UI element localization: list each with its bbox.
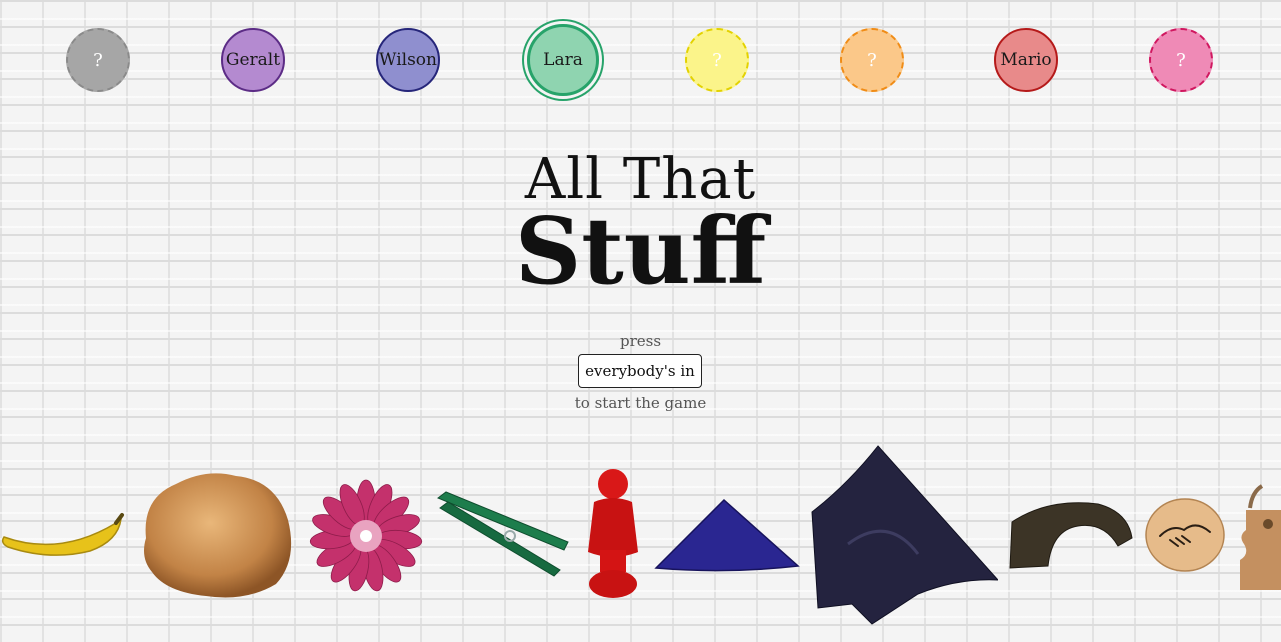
instruction-start: to start the game [574,394,707,412]
player-name: Lara [543,50,583,70]
player-name: ? [1176,49,1186,71]
handshake-token-icon[interactable] [1144,496,1226,574]
player-name: ? [867,49,877,71]
player-slot-7[interactable]: Mario [994,28,1058,92]
player-slot-1[interactable]: ? [66,28,130,92]
player-slot-5[interactable]: ? [685,28,749,92]
player-name: Wilson [379,50,437,70]
red-figurine-icon[interactable] [580,466,646,604]
instruction-press: press [619,332,662,350]
title-line-2: Stuff [514,197,767,305]
player-slot-8[interactable]: ? [1149,28,1213,92]
player-name: ? [93,49,103,71]
banana-icon[interactable] [0,505,125,565]
dark-cloth-icon[interactable] [808,444,998,628]
player-name: Geralt [225,50,281,70]
puzzle-piece-icon[interactable] [1238,480,1281,592]
blue-triangle-icon[interactable] [654,496,800,574]
player-name: Mario [1000,50,1052,70]
player-slot-2[interactable]: Geralt [221,28,285,92]
fur-ball-icon[interactable] [136,468,298,602]
clothespin-icon[interactable] [434,490,574,580]
game-title: All That Stuff [0,148,1281,305]
everybodys-in-button[interactable]: everybody's in [578,354,702,388]
player-slot-3[interactable]: Wilson [376,28,440,92]
player-name: ? [712,49,722,71]
pink-flower-icon[interactable] [308,478,424,594]
wooden-arch-icon[interactable] [1008,498,1134,570]
player-slot-4[interactable]: Lara [527,24,599,96]
player-slots: ? Geralt Wilson Lara ? ? Mario ? [0,0,1281,120]
player-slot-6[interactable]: ? [840,28,904,92]
